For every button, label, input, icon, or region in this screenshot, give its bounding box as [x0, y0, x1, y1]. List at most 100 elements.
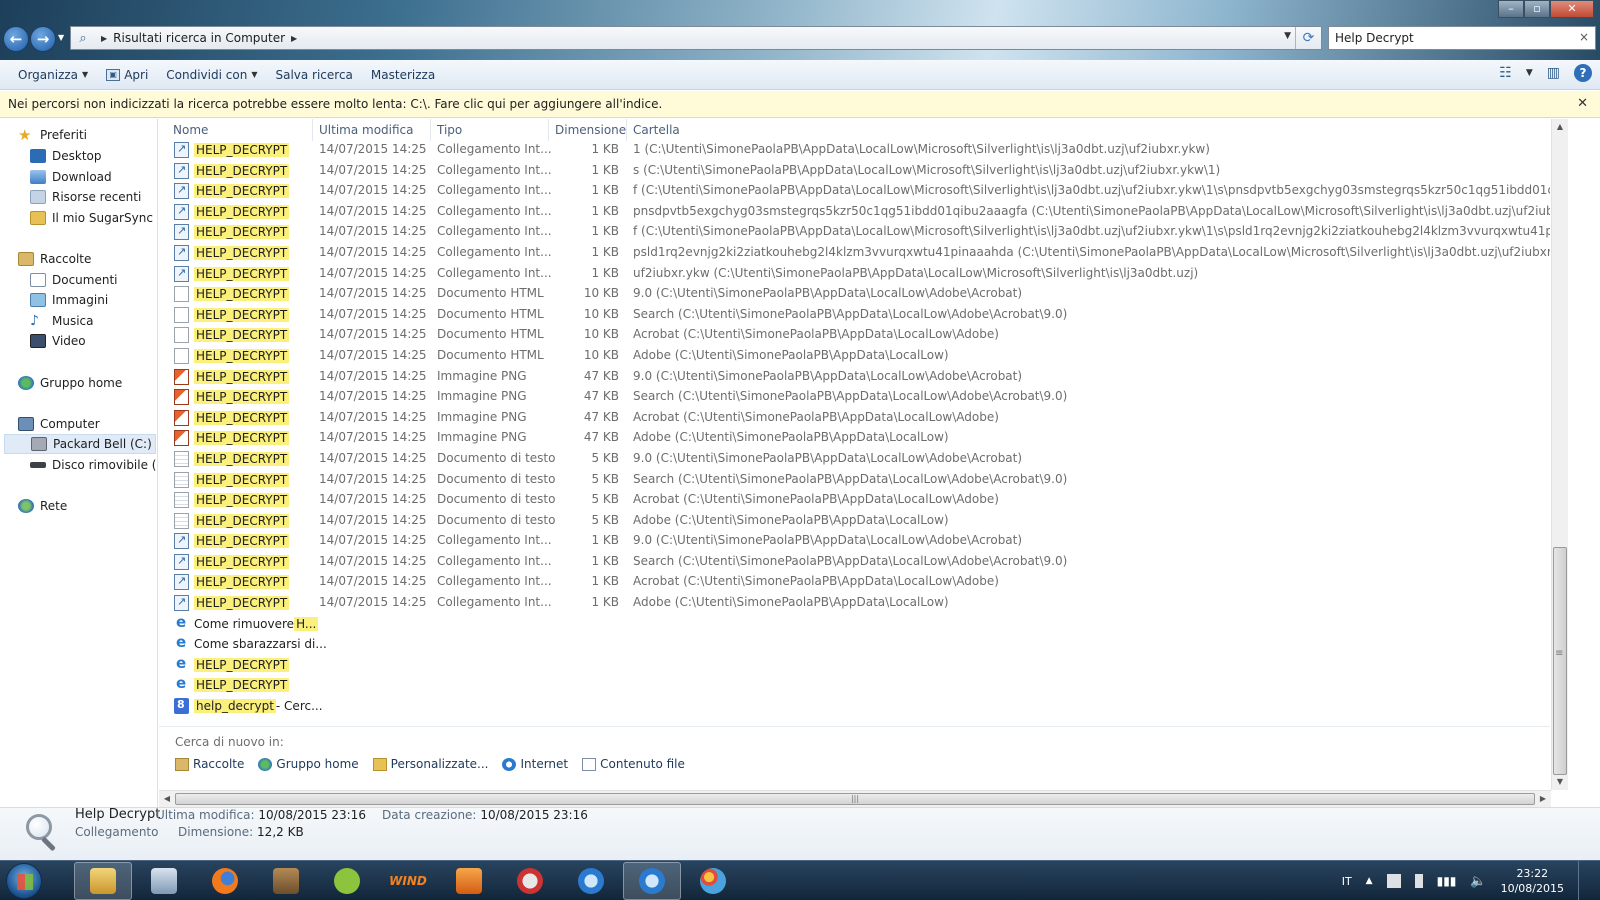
taskbar-explorer[interactable] — [74, 862, 132, 900]
cell-name[interactable]: HELP_DECRYPT — [174, 265, 314, 282]
volume-icon[interactable]: 🔈 — [1470, 874, 1486, 889]
search-again-file-contents[interactable]: Contenuto file — [582, 757, 685, 771]
taskbar-android[interactable] — [318, 862, 376, 900]
cell-name[interactable]: HELP_DECRYPT — [174, 286, 314, 303]
table-row[interactable]: HELP_DECRYPT 14/07/2015 14:25 Documento di… — [159, 470, 1550, 491]
cell-name[interactable]: HELP_DECRYPT — [174, 306, 314, 323]
table-row[interactable]: help_decrypt - Cerc... — [159, 696, 1550, 717]
horizontal-scrollbar[interactable]: ◀ ||| ▶ — [159, 790, 1551, 807]
table-row[interactable]: HELP_DECRYPT 14/07/2015 14:25 Collegamento… — [159, 140, 1550, 161]
minimize-button[interactable]: – — [1498, 0, 1524, 18]
language-indicator[interactable]: IT — [1342, 875, 1352, 888]
table-row[interactable]: HELP_DECRYPT 14/07/2015 14:25 Collegamento… — [159, 243, 1550, 264]
address-dropdown-icon[interactable]: ▼ — [1284, 31, 1291, 41]
cell-name[interactable]: HELP_DECRYPT — [174, 368, 314, 385]
burn-button[interactable]: Masterizza — [371, 68, 435, 82]
cell-name[interactable]: Come sbarazzarsi di... — [174, 633, 327, 652]
cell-name[interactable]: HELP_DECRYPT — [174, 162, 314, 179]
table-row[interactable]: HELP_DECRYPT 14/07/2015 14:25 Collegamento… — [159, 181, 1550, 202]
breadcrumb-search-results[interactable]: Risultati ricerca in Computer — [113, 31, 285, 45]
nav-computer[interactable]: Computer — [18, 414, 100, 434]
view-options-icon[interactable]: ☷ — [1499, 65, 1512, 81]
taskbar-ie-active[interactable] — [623, 862, 681, 900]
breadcrumb-chevron-icon[interactable]: ▶ — [291, 34, 297, 43]
cell-name[interactable]: HELP_DECRYPT — [174, 203, 314, 220]
cell-name[interactable]: HELP_DECRYPT — [174, 389, 314, 406]
cell-name[interactable]: HELP_DECRYPT — [174, 450, 314, 467]
show-hidden-icons-icon[interactable]: ▲ — [1366, 876, 1373, 886]
nav-video[interactable]: Video — [30, 331, 86, 351]
cell-name[interactable]: HELP_DECRYPT — [174, 492, 314, 509]
cell-name[interactable]: HELP_DECRYPT — [174, 512, 314, 529]
cell-name[interactable]: HELP_DECRYPT — [174, 471, 314, 488]
cell-name[interactable]: Come rimuovere H... — [174, 613, 319, 632]
column-header-modified[interactable]: Ultima modifica — [313, 119, 431, 141]
open-button[interactable]: ▣ Apri — [106, 68, 148, 82]
nav-drive-e[interactable]: Disco rimovibile (E:) — [30, 455, 157, 475]
nav-libraries[interactable]: Raccolte — [18, 249, 91, 269]
table-row[interactable]: HELP_DECRYPT 14/07/2015 14:25 Documento HT… — [159, 305, 1550, 326]
table-row[interactable]: HELP_DECRYPT 14/07/2015 14:25 Collegamento… — [159, 222, 1550, 243]
nav-pictures[interactable]: Immagini — [30, 290, 108, 310]
taskbar-gimp[interactable] — [257, 862, 315, 900]
search-again-homegroup[interactable]: Gruppo home — [258, 757, 359, 771]
show-desktop-button[interactable] — [1578, 861, 1592, 900]
table-row[interactable]: HELP_DECRYPT 14/07/2015 14:25 Documento di… — [159, 490, 1550, 511]
cell-name[interactable]: HELP_DECRYPT — [174, 553, 314, 570]
search-input[interactable] — [1335, 31, 1565, 45]
organize-menu-button[interactable]: Organizza ▼ — [18, 68, 88, 82]
vertical-scrollbar[interactable]: ▲ ≡ ▼ — [1551, 119, 1568, 790]
table-row[interactable]: HELP_DECRYPT 14/07/2015 14:25 Collegamento… — [159, 161, 1550, 182]
search-box[interactable]: × — [1328, 26, 1596, 50]
table-row[interactable]: HELP_DECRYPT 14/07/2015 14:25 Immagine PNG… — [159, 408, 1550, 429]
action-center-icon[interactable] — [1386, 874, 1401, 888]
vertical-scroll-thumb[interactable]: ≡ — [1553, 547, 1567, 775]
address-bar[interactable]: ⌕ ▶ Risultati ricerca in Computer ▶ ▼ ⟳ — [70, 26, 1322, 50]
taskbar-firefox[interactable] — [196, 862, 254, 900]
table-row[interactable]: HELP_DECRYPT 14/07/2015 14:25 Documento HT… — [159, 284, 1550, 305]
horizontal-scroll-thumb[interactable]: ||| — [175, 793, 1535, 805]
cell-name[interactable]: HELP_DECRYPT — [174, 430, 314, 447]
signal-icon[interactable]: ▮▮▮ — [1437, 874, 1457, 888]
infobar-text[interactable]: Nei percorsi non indicizzati la ricerca … — [8, 97, 662, 111]
help-icon[interactable]: ? — [1574, 64, 1592, 82]
maximize-button[interactable]: ▫ — [1524, 0, 1550, 18]
back-button[interactable]: ← — [3, 26, 29, 52]
save-search-button[interactable]: Salva ricerca — [275, 68, 352, 82]
clock[interactable]: 23:22 10/08/2015 — [1501, 866, 1564, 896]
cell-name[interactable]: HELP_DECRYPT — [174, 533, 314, 550]
clear-search-icon[interactable]: × — [1579, 30, 1589, 44]
scroll-down-icon[interactable]: ▼ — [1552, 774, 1568, 790]
scroll-left-icon[interactable]: ◀ — [159, 791, 175, 807]
cell-name[interactable]: HELP_DECRYPT — [174, 674, 314, 693]
cell-name[interactable]: HELP_DECRYPT — [174, 183, 314, 200]
table-row[interactable]: HELP_DECRYPT 14/07/2015 14:25 Immagine PNG… — [159, 428, 1550, 449]
nav-desktop[interactable]: Desktop — [30, 146, 102, 166]
table-row[interactable]: HELP_DECRYPT 14/07/2015 14:25 Immagine PNG… — [159, 367, 1550, 388]
nav-homegroup[interactable]: Gruppo home — [18, 373, 122, 393]
nav-download[interactable]: Download — [30, 167, 112, 187]
view-dropdown-icon[interactable]: ▼ — [1526, 68, 1533, 78]
cell-name[interactable]: HELP_DECRYPT — [174, 409, 314, 426]
preview-pane-icon[interactable]: ▥ — [1547, 65, 1560, 81]
table-row[interactable]: HELP_DECRYPT 14/07/2015 14:25 Documento HT… — [159, 346, 1550, 367]
search-again-custom[interactable]: Personalizzate... — [372, 757, 488, 771]
cell-name[interactable]: HELP_DECRYPT — [174, 595, 314, 612]
taskbar-paint-brush[interactable] — [501, 862, 559, 900]
cell-name[interactable]: HELP_DECRYPT — [174, 142, 314, 158]
breadcrumb-chevron-icon[interactable]: ▶ — [101, 34, 107, 43]
forward-button[interactable]: → — [30, 26, 56, 52]
cell-name[interactable]: HELP_DECRYPT — [174, 574, 314, 591]
table-row[interactable]: HELP_DECRYPT 14/07/2015 14:25 Documento di… — [159, 511, 1550, 532]
search-again-libraries[interactable]: Raccolte — [175, 757, 244, 771]
column-header-type[interactable]: Tipo — [431, 119, 549, 141]
start-button[interactable] — [6, 863, 42, 899]
refresh-icon[interactable]: ⟳ — [1295, 27, 1321, 49]
index-warning-infobar[interactable]: Nei percorsi non indicizzati la ricerca … — [0, 91, 1600, 118]
taskbar-media-player[interactable] — [440, 862, 498, 900]
cell-name[interactable]: HELP_DECRYPT — [174, 327, 314, 344]
column-header-folder[interactable]: Cartella — [627, 119, 927, 141]
table-row[interactable]: HELP_DECRYPT 14/07/2015 14:25 Collegamento… — [159, 531, 1550, 552]
recent-pages-dropdown-icon[interactable]: ▼ — [58, 33, 64, 42]
scroll-right-icon[interactable]: ▶ — [1535, 791, 1551, 807]
